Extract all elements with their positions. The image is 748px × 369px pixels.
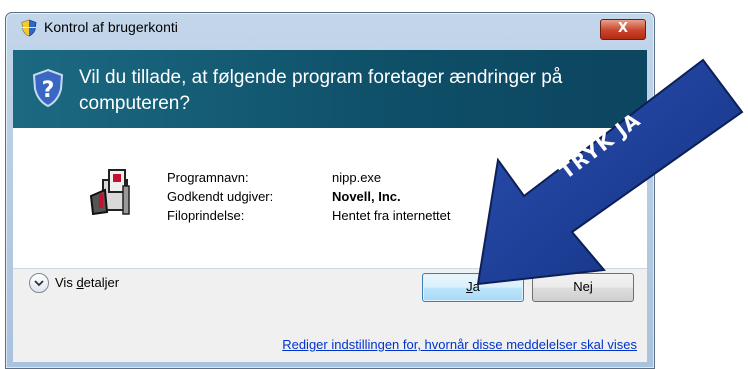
details-label-part: Vis [55, 275, 77, 290]
details-accelerator: d [76, 275, 84, 290]
field-label: Godkendt udgiver: [167, 189, 274, 204]
svg-text:?: ? [42, 78, 55, 103]
title-bar[interactable]: Kontrol af brugerkonti X [6, 13, 654, 43]
banner-question: Vil du tillade, at følgende program fore… [79, 67, 563, 114]
publisher-value: Novell, Inc. [332, 189, 401, 204]
dialog-footer: Vis detaljer Ja Nej Rediger indstillinge… [13, 269, 647, 362]
field-label: Filoprindelse: [167, 208, 245, 223]
program-name-value: nipp.exe [332, 170, 382, 185]
close-button[interactable]: X [600, 19, 646, 40]
yes-label-rest: a [472, 279, 480, 294]
question-banner: ? Vil du tillade, at følgende program fo… [13, 50, 647, 128]
field-values: nipp.exe Novell, Inc. Hentet fra interne… [332, 168, 451, 225]
uac-dialog-window: Kontrol af brugerkonti X ? Vil du tillad… [5, 12, 655, 369]
chevron-down-icon [29, 273, 49, 293]
shield-icon [21, 19, 37, 37]
yes-button[interactable]: Ja [422, 273, 524, 302]
program-installer-icon [89, 169, 130, 216]
no-label: Nej [573, 279, 593, 294]
program-info: Programnavn: Godkendt udgiver: Filoprind… [13, 128, 647, 268]
question-shield-icon: ? [32, 68, 64, 108]
field-labels: Programnavn: Godkendt udgiver: Filoprind… [167, 168, 273, 225]
origin-value: Hentet fra internettet [332, 208, 451, 223]
change-settings-link[interactable]: Rediger indstillingen for, hvornår disse… [282, 337, 637, 352]
details-label: Vis detaljer [55, 275, 119, 290]
window-title: Kontrol af brugerkonti [44, 19, 178, 35]
close-icon: X [617, 21, 629, 36]
no-button[interactable]: Nej [532, 273, 634, 302]
details-label-part: etaljer [83, 275, 120, 290]
field-label: Programnavn: [167, 170, 249, 185]
